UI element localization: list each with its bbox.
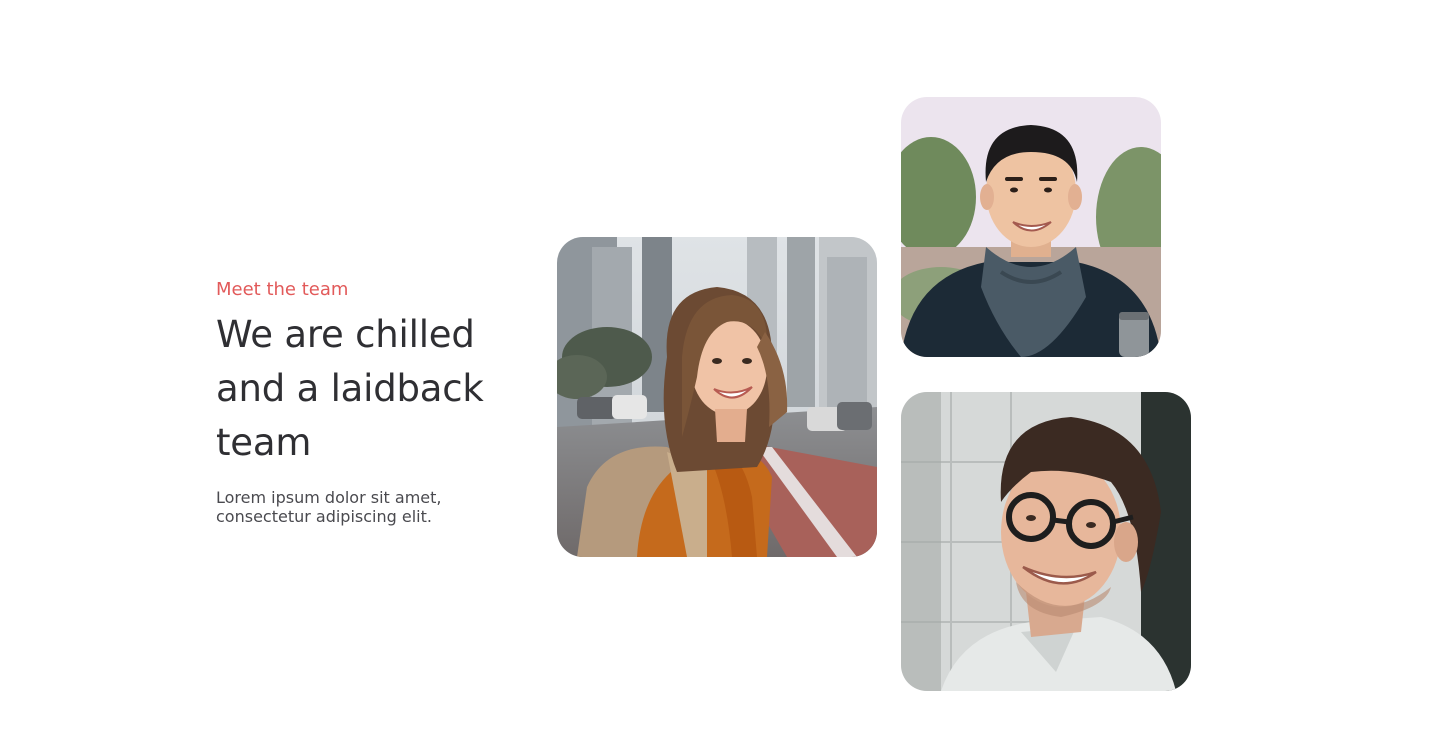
team-photo-woman xyxy=(557,237,877,557)
team-photo-man-scarf xyxy=(901,97,1161,357)
team-photo-man-glasses xyxy=(901,392,1191,691)
section-eyebrow: Meet the team xyxy=(216,279,349,300)
team-intro: Meet the team We are chilled and a laidb… xyxy=(216,278,526,526)
section-headline: We are chilled and a laidback team xyxy=(216,313,484,464)
section-description: Lorem ipsum dolor sit amet, consectetur … xyxy=(216,488,442,526)
